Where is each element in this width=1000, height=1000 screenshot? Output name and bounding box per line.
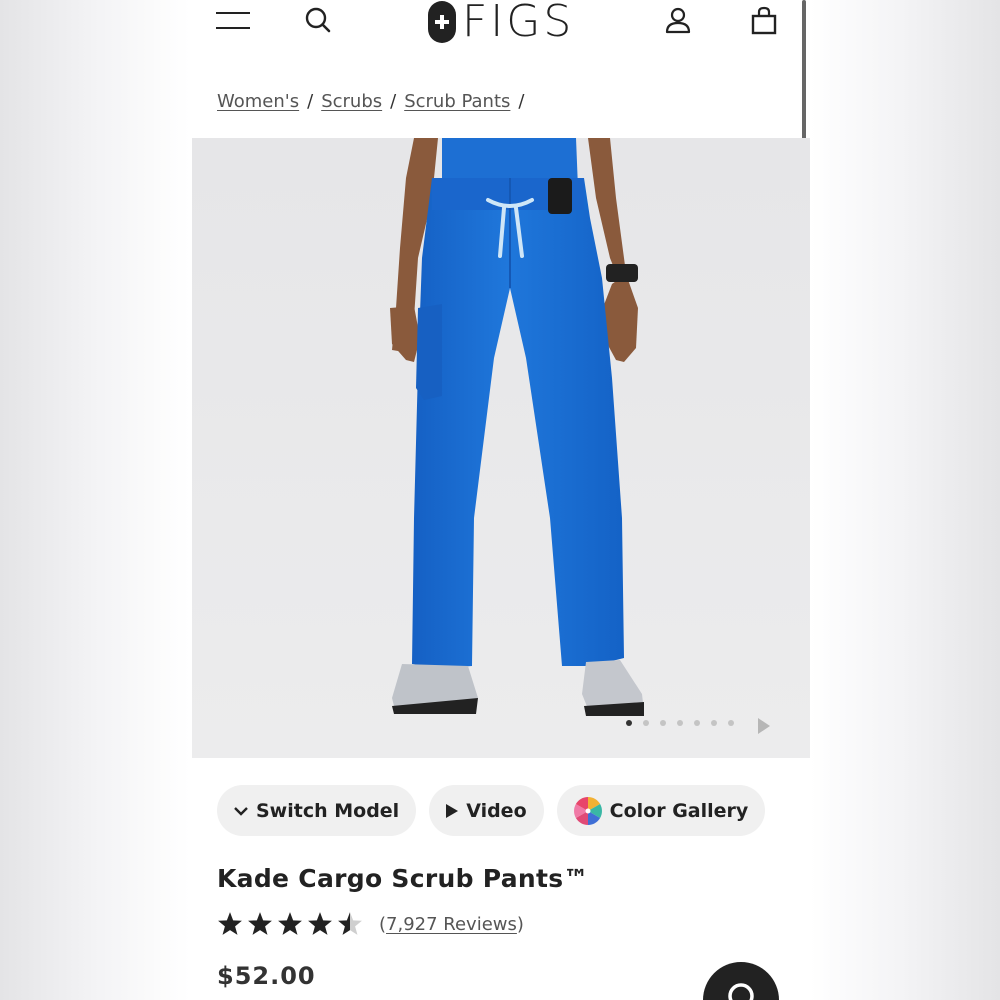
reviews-link[interactable]: 7,927 Reviews: [386, 914, 517, 935]
mobile-page: FIGS Women's / Scrubs / Scrub Pants / Sw…: [192, 0, 810, 1000]
menu-icon[interactable]: [216, 10, 250, 34]
carousel-dot[interactable]: [643, 720, 649, 726]
color-gallery-label: Color Gallery: [609, 799, 749, 822]
search-icon[interactable]: [304, 6, 332, 34]
product-price: $52.00: [217, 962, 316, 990]
star-icon: [278, 912, 302, 935]
logo-plus-icon: [428, 1, 456, 43]
video-button[interactable]: Video: [429, 785, 544, 836]
figs-logo[interactable]: FIGS: [428, 0, 574, 45]
breadcrumb-scrub-pants[interactable]: Scrub Pants: [404, 91, 510, 112]
chevron-down-icon: [234, 806, 248, 816]
star-rating[interactable]: [217, 911, 363, 937]
star-icon: [218, 912, 242, 935]
reviews-count: (7,927 Reviews): [379, 914, 524, 935]
star-icon: [308, 912, 332, 935]
product-title: Kade Cargo Scrub Pants™: [217, 864, 589, 893]
carousel-dot[interactable]: [711, 720, 717, 726]
color-wheel-icon: [573, 796, 602, 825]
carousel-dot[interactable]: [677, 720, 683, 726]
brand-name: FIGS: [462, 0, 575, 47]
media-chips: Switch Model Video Color Gallery: [217, 785, 766, 836]
reviews-prefix: (: [379, 913, 387, 935]
product-image-carousel[interactable]: [192, 138, 810, 758]
video-label: Video: [466, 799, 527, 822]
carousel-dots: [626, 720, 734, 726]
carousel-dot[interactable]: [728, 720, 734, 726]
product-rating: (7,927 Reviews): [217, 911, 524, 937]
star-icon: [248, 912, 272, 935]
breadcrumb: Women's / Scrubs / Scrub Pants /: [217, 91, 532, 112]
chat-button[interactable]: [703, 962, 779, 1000]
breadcrumb-separator: /: [390, 91, 397, 112]
breadcrumb-separator: /: [518, 91, 525, 112]
carousel-next-icon[interactable]: [758, 718, 770, 734]
bag-icon[interactable]: [749, 6, 779, 36]
play-icon: [446, 803, 459, 818]
switch-model-button[interactable]: Switch Model: [217, 785, 417, 836]
breadcrumb-separator: /: [307, 91, 314, 112]
breadcrumb-womens[interactable]: Women's: [217, 91, 299, 112]
switch-model-label: Switch Model: [256, 799, 400, 822]
carousel-dot[interactable]: [660, 720, 666, 726]
carousel-dot[interactable]: [694, 720, 700, 726]
color-gallery-button[interactable]: Color Gallery: [556, 785, 766, 836]
site-header: FIGS: [192, 0, 810, 48]
product-image: [192, 138, 810, 758]
chat-icon: [728, 983, 754, 1000]
star-icon: [338, 912, 362, 935]
carousel-dot[interactable]: [626, 720, 632, 726]
reviews-suffix: ): [516, 913, 524, 935]
account-icon[interactable]: [664, 6, 692, 36]
breadcrumb-scrubs[interactable]: Scrubs: [321, 91, 382, 112]
